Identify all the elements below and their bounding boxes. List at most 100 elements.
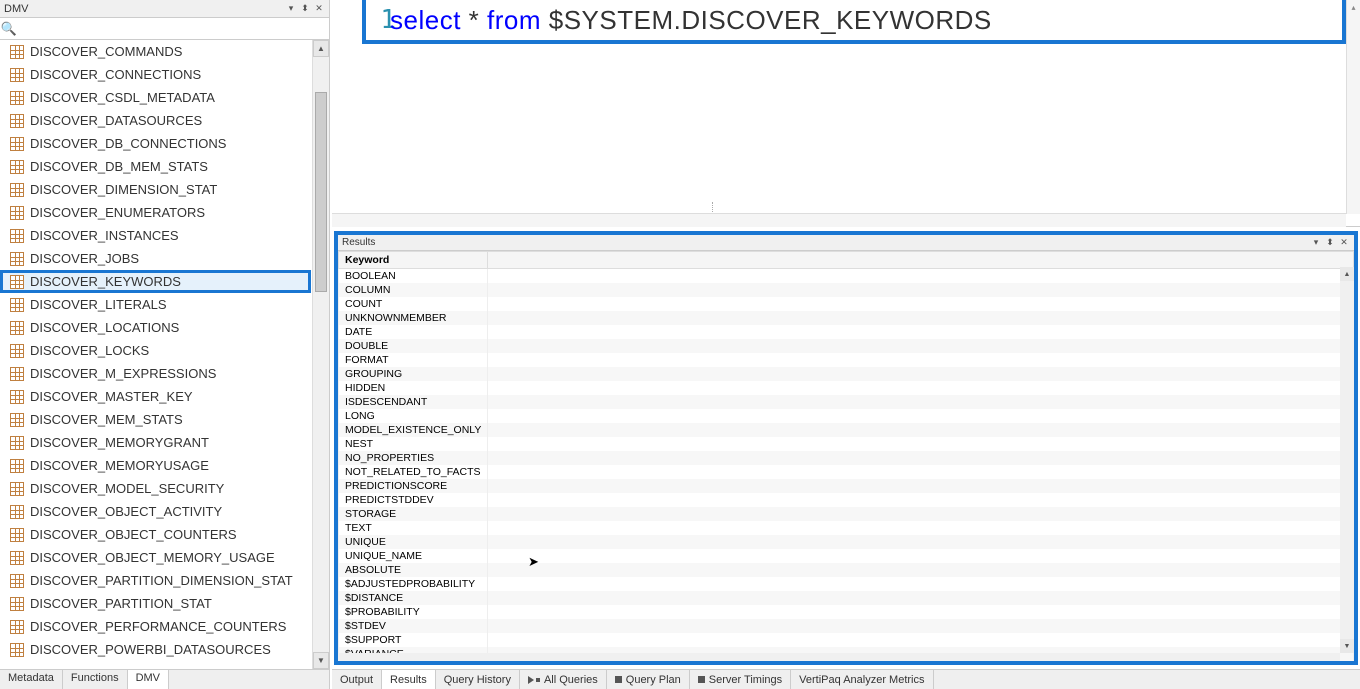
tree-item-discover_memorygrant[interactable]: DISCOVER_MEMORYGRANT [0, 431, 311, 454]
tree-item-discover_partition_stat[interactable]: DISCOVER_PARTITION_STAT [0, 592, 311, 615]
results-close-icon[interactable]: ✕ [1338, 237, 1350, 249]
tree-item-discover_model_security[interactable]: DISCOVER_MODEL_SECURITY [0, 477, 311, 500]
tab-dmv[interactable]: DMV [128, 670, 169, 689]
tab-functions[interactable]: Functions [63, 670, 128, 689]
table-row[interactable]: $ADJUSTEDPROBABILITY [339, 577, 1354, 591]
table-icon [10, 114, 24, 128]
tree-item-discover_locks[interactable]: DISCOVER_LOCKS [0, 339, 311, 362]
cell-keyword: $SUPPORT [339, 633, 488, 647]
table-row[interactable]: FORMAT [339, 353, 1354, 367]
results-dropdown-icon[interactable]: ▾ [1310, 237, 1322, 249]
table-row[interactable]: GROUPING [339, 367, 1354, 381]
table-row[interactable]: PREDICTSTDDEV [339, 493, 1354, 507]
table-row[interactable]: ABSOLUTE [339, 563, 1354, 577]
tree-item-discover_object_counters[interactable]: DISCOVER_OBJECT_COUNTERS [0, 523, 311, 546]
results-grid[interactable]: Keyword BOOLEANCOLUMNCOUNTUNKNOWNMEMBERD… [338, 251, 1354, 661]
tree-item-discover_instances[interactable]: DISCOVER_INSTANCES [0, 224, 311, 247]
table-row[interactable]: ISDESCENDANT [339, 395, 1354, 409]
tree-item-discover_powerbi_datasources[interactable]: DISCOVER_POWERBI_DATASOURCES [0, 638, 311, 661]
tree-item-discover_jobs[interactable]: DISCOVER_JOBS [0, 247, 311, 270]
tree-item-discover_enumerators[interactable]: DISCOVER_ENUMERATORS [0, 201, 311, 224]
tree-item-discover_memoryusage[interactable]: DISCOVER_MEMORYUSAGE [0, 454, 311, 477]
table-row[interactable]: DOUBLE [339, 339, 1354, 353]
cell-keyword: COLUMN [339, 283, 488, 297]
table-row[interactable]: PREDICTIONSCORE [339, 479, 1354, 493]
table-row[interactable]: NOT_RELATED_TO_FACTS [339, 465, 1354, 479]
tree-item-discover_performance_counters[interactable]: DISCOVER_PERFORMANCE_COUNTERS [0, 615, 311, 638]
table-row[interactable]: TEXT [339, 521, 1354, 535]
tree-item-label: DISCOVER_OBJECT_COUNTERS [30, 527, 237, 542]
editor-line-1[interactable]: select * from $SYSTEM.DISCOVER_KEYWORDS [390, 0, 1340, 40]
tree-item-label: DISCOVER_LOCKS [30, 343, 149, 358]
cell-keyword: NO_PROPERTIES [339, 451, 488, 465]
table-icon [10, 505, 24, 519]
table-row[interactable]: NEST [339, 437, 1354, 451]
editor-vscroll[interactable]: ▴ [1346, 0, 1360, 214]
scroll-thumb[interactable] [315, 92, 327, 292]
results-grid-wrap: Keyword BOOLEANCOLUMNCOUNTUNKNOWNMEMBERD… [338, 251, 1354, 661]
grid-scroll-down-icon[interactable]: ▼ [1340, 639, 1354, 653]
editor-hscroll[interactable] [332, 213, 1346, 227]
scroll-down-icon[interactable]: ▼ [313, 652, 329, 669]
out-tab-output[interactable]: Output [332, 670, 382, 689]
table-row[interactable]: UNKNOWNMEMBER [339, 311, 1354, 325]
search-row: 🔍 [0, 18, 329, 40]
tree-item-discover_commands[interactable]: DISCOVER_COMMANDS [0, 40, 311, 63]
tree-item-discover_master_key[interactable]: DISCOVER_MASTER_KEY [0, 385, 311, 408]
table-row[interactable]: HIDDEN [339, 381, 1354, 395]
grid-hscroll[interactable] [338, 653, 1340, 661]
scroll-up-icon[interactable]: ▲ [313, 40, 329, 57]
tree-item-discover_object_memory_usage[interactable]: DISCOVER_OBJECT_MEMORY_USAGE [0, 546, 311, 569]
tree-item-discover_locations[interactable]: DISCOVER_LOCATIONS [0, 316, 311, 339]
dropdown-icon[interactable]: ▾ [285, 3, 297, 15]
search-input[interactable] [18, 18, 329, 39]
tree-item-discover_partition_dimension_stat[interactable]: DISCOVER_PARTITION_DIMENSION_STAT [0, 569, 311, 592]
tree-item-discover_keywords[interactable]: DISCOVER_KEYWORDS [0, 270, 311, 293]
close-icon[interactable]: ✕ [313, 3, 325, 15]
table-row[interactable]: $PROBABILITY [339, 605, 1354, 619]
table-row[interactable]: BOOLEAN [339, 269, 1354, 284]
table-row[interactable]: $SUPPORT [339, 633, 1354, 647]
tree-item-discover_datasources[interactable]: DISCOVER_DATASOURCES [0, 109, 311, 132]
results-pin-icon[interactable]: ⬍ [1324, 237, 1336, 249]
table-row[interactable]: $DISTANCE [339, 591, 1354, 605]
table-row[interactable]: UNIQUE_NAME [339, 549, 1354, 563]
table-row[interactable]: DATE [339, 325, 1354, 339]
tab-metadata[interactable]: Metadata [0, 670, 63, 689]
out-tab-results[interactable]: Results [382, 670, 436, 689]
tree-scrollbar[interactable]: ▲ ▼ [312, 40, 329, 669]
out-tab-vertipaq-analyzer-metrics[interactable]: VertiPaq Analyzer Metrics [791, 670, 933, 689]
sql-editor[interactable]: 1 select * from $SYSTEM.DISCOVER_KEYWORD… [332, 0, 1360, 227]
grid-header-keyword[interactable]: Keyword [339, 252, 488, 269]
tree-item-discover_db_connections[interactable]: DISCOVER_DB_CONNECTIONS [0, 132, 311, 155]
out-tab-server-timings[interactable]: Server Timings [690, 670, 791, 689]
tree-item-discover_csdl_metadata[interactable]: DISCOVER_CSDL_METADATA [0, 86, 311, 109]
tree-item-discover_mem_stats[interactable]: DISCOVER_MEM_STATS [0, 408, 311, 431]
pin-icon[interactable]: ⬍ [299, 3, 311, 15]
table-icon [10, 160, 24, 174]
table-row[interactable]: MODEL_EXISTENCE_ONLY [339, 423, 1354, 437]
tree-item-discover_dimension_stat[interactable]: DISCOVER_DIMENSION_STAT [0, 178, 311, 201]
tree-item-label: DISCOVER_OBJECT_ACTIVITY [30, 504, 222, 519]
table-row[interactable]: UNIQUE [339, 535, 1354, 549]
tree-item-discover_db_mem_stats[interactable]: DISCOVER_DB_MEM_STATS [0, 155, 311, 178]
out-tab-all-queries[interactable]: All Queries [520, 670, 607, 689]
out-tab-label: Query History [444, 674, 511, 686]
tree-item-discover_connections[interactable]: DISCOVER_CONNECTIONS [0, 63, 311, 86]
table-row[interactable]: $STDEV [339, 619, 1354, 633]
cell-keyword: UNIQUE_NAME [339, 549, 488, 563]
table-row[interactable]: COLUMN [339, 283, 1354, 297]
table-row[interactable]: COUNT [339, 297, 1354, 311]
tree-item-discover_object_activity[interactable]: DISCOVER_OBJECT_ACTIVITY [0, 500, 311, 523]
tree-item-discover_m_expressions[interactable]: DISCOVER_M_EXPRESSIONS [0, 362, 311, 385]
out-tab-query-plan[interactable]: Query Plan [607, 670, 690, 689]
grid-vscroll[interactable]: ▲ ▼ [1340, 267, 1354, 653]
table-row[interactable]: NO_PROPERTIES [339, 451, 1354, 465]
table-row[interactable]: LONG [339, 409, 1354, 423]
tree-item-discover_literals[interactable]: DISCOVER_LITERALS [0, 293, 311, 316]
stop-icon [698, 676, 705, 683]
grid-scroll-up-icon[interactable]: ▲ [1340, 267, 1354, 281]
out-tab-query-history[interactable]: Query History [436, 670, 520, 689]
grid-header-blank[interactable] [488, 252, 1354, 269]
table-row[interactable]: STORAGE [339, 507, 1354, 521]
